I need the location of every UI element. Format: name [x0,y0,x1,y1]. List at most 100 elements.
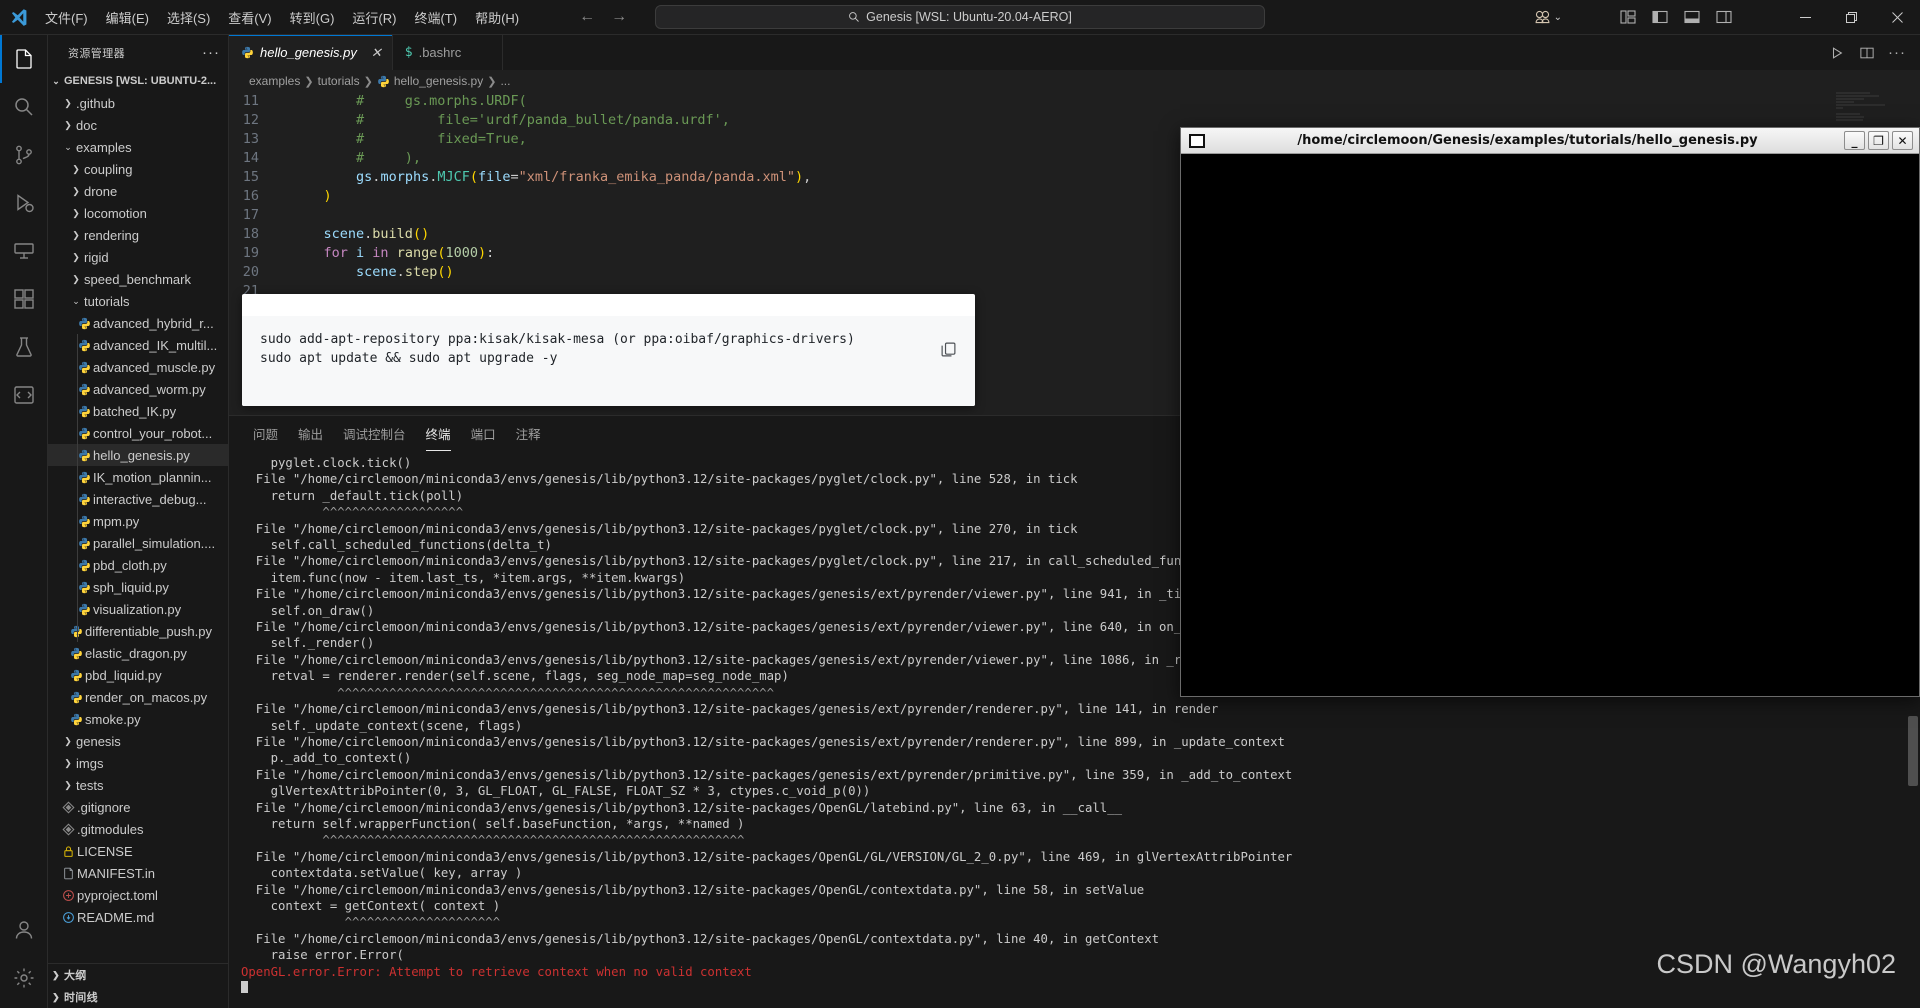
menu-terminal[interactable]: 终端(T) [405,0,466,34]
chevron-right-icon: ❯ [72,229,80,240]
tree-item-mpm-py[interactable]: mpm.py [48,510,228,532]
window-minimize-button[interactable] [1782,0,1828,35]
tree-item-label: coupling [84,161,133,177]
tree-item-locomotion[interactable]: ❯ locomotion [48,202,228,224]
tree-item-interactive-debug[interactable]: interactive_debug... [48,488,228,510]
panel-tab-终端[interactable]: 终端 [416,416,461,451]
tree-item-license[interactable]: LICENSE [48,840,228,862]
tree-item--github[interactable]: ❯ .github [48,92,228,114]
menu-help[interactable]: 帮助(H) [466,0,528,34]
tree-item-differentiable-push-py[interactable]: differentiable_push.py [48,620,228,642]
panel-tab-输出[interactable]: 输出 [288,416,333,451]
menu-file[interactable]: 文件(F) [36,0,97,34]
split-editor-right-icon[interactable] [1852,35,1882,70]
tree-item-parallel-simulation[interactable]: parallel_simulation.... [48,532,228,554]
panel-tab-端口[interactable]: 端口 [461,416,506,451]
menu-go[interactable]: 转到(G) [281,0,344,34]
tree-item-rendering[interactable]: ❯ rendering [48,224,228,246]
window-close-button[interactable] [1874,0,1920,35]
tree-item-advanced-worm-py[interactable]: advanced_worm.py [48,378,228,400]
floating-minimize-button[interactable]: _ [1844,131,1865,150]
panel-scrollbar-thumb[interactable] [1908,716,1918,786]
tree-item-sph-liquid-py[interactable]: sph_liquid.py [48,576,228,598]
editor-tab-bashrc[interactable]: $ .bashrc [393,35,503,70]
tree-item-doc[interactable]: ❯ doc [48,114,228,136]
activity-item-testing[interactable] [0,323,48,371]
forward-arrow-icon[interactable]: → [610,8,628,26]
tree-root-genesis[interactable]: ⌄ GENESIS [WSL: UBUNTU-2... [48,70,228,92]
menu-view[interactable]: 查看(V) [219,0,280,34]
floating-close-button[interactable]: ✕ [1892,131,1913,150]
tree-item-hello-genesis-py[interactable]: hello_genesis.py [48,444,228,466]
window-maximize-button[interactable] [1828,0,1874,35]
breadcrumb-examples[interactable]: examples [249,74,300,88]
tree-item-rigid[interactable]: ❯ rigid [48,246,228,268]
activity-item-run-debug[interactable] [0,179,48,227]
editor-tab-hello-genesis[interactable]: hello_genesis.py ✕ [229,35,393,70]
tree-item-advanced-hybrid-r[interactable]: advanced_hybrid_r... [48,312,228,334]
panel-tab-调试控制台[interactable]: 调试控制台 [333,416,416,451]
tree-item-pbd-cloth-py[interactable]: pbd_cloth.py [48,554,228,576]
run-python-file-icon[interactable] [1822,35,1852,70]
tree-item-ik-motion-plannin[interactable]: IK_motion_plannin... [48,466,228,488]
tree-item-advanced-muscle-py[interactable]: advanced_muscle.py [48,356,228,378]
copy-icon[interactable] [935,336,961,362]
toggle-primary-sidebar-icon[interactable] [1644,0,1676,34]
sidebar-section-outline[interactable]: ❯ 大纲 [48,964,228,986]
activity-item-settings[interactable] [0,954,48,1002]
breadcrumb-symbol[interactable]: ... [500,74,510,88]
tree-item-genesis[interactable]: ❯ genesis [48,730,228,752]
tree-item-tests[interactable]: ❯ tests [48,774,228,796]
accounts-button[interactable]: ⌄ [1526,9,1570,26]
sidebar-section-timeline[interactable]: ❯ 时间线 [48,986,228,1008]
tree-item-speed-benchmark[interactable]: ❯ speed_benchmark [48,268,228,290]
tree-item-manifest-in[interactable]: MANIFEST.in [48,862,228,884]
breadcrumb-tutorials[interactable]: tutorials [318,74,360,88]
activity-item-remote-window[interactable] [0,371,48,419]
activity-item-source-control[interactable] [0,131,48,179]
tree-item--gitignore[interactable]: .gitignore [48,796,228,818]
toggle-panel-icon[interactable] [1676,0,1708,34]
tree-item-pyproject-toml[interactable]: pyproject.toml [48,884,228,906]
tree-item-smoke-py[interactable]: smoke.py [48,708,228,730]
tree-item-advanced-ik-multil[interactable]: advanced_IK_multil... [48,334,228,356]
panel-tab-注释[interactable]: 注释 [506,416,551,451]
file-icon [76,427,93,440]
menu-selection[interactable]: 选择(S) [158,0,219,34]
floating-window-titlebar[interactable]: /home/circlemoon/Genesis/examples/tutori… [1181,128,1919,154]
tree-item-coupling[interactable]: ❯ coupling [48,158,228,180]
breadcrumb-file[interactable]: hello_genesis.py [377,74,483,88]
tree-item-elastic-dragon-py[interactable]: elastic_dragon.py [48,642,228,664]
tree-item-imgs[interactable]: ❯ imgs [48,752,228,774]
tree-item-pbd-liquid-py[interactable]: pbd_liquid.py [48,664,228,686]
tree-item-readme-md[interactable]: README.md [48,906,228,928]
back-arrow-icon[interactable]: ← [578,8,596,26]
floating-window-canvas[interactable] [1181,154,1919,696]
activity-item-extensions[interactable] [0,275,48,323]
floating-viewer-window[interactable]: /home/circlemoon/Genesis/examples/tutori… [1180,127,1920,697]
activity-item-search[interactable] [0,83,48,131]
activity-item-explorer[interactable] [0,35,48,83]
close-icon[interactable]: ✕ [371,45,382,61]
tree-item-render-on-macos-py[interactable]: render_on_macos.py [48,686,228,708]
customize-layout-icon[interactable] [1612,0,1644,34]
activity-item-remote-explorer[interactable] [0,227,48,275]
tree-item-batched-ik-py[interactable]: batched_IK.py [48,400,228,422]
command-center[interactable]: Genesis [WSL: Ubuntu-20.04-AERO] [655,5,1265,29]
panel-tab-问题[interactable]: 问题 [243,416,288,451]
tree-item--gitmodules[interactable]: .gitmodules [48,818,228,840]
tree-item-control-your-robot[interactable]: control_your_robot... [48,422,228,444]
menu-edit[interactable]: 编辑(E) [97,0,158,34]
tree-item-tutorials[interactable]: ⌄ tutorials [48,290,228,312]
activity-item-accounts[interactable] [0,906,48,954]
file-tree[interactable]: ⌄ GENESIS [WSL: UBUNTU-2... ❯ .github ❯ doc ⌄ e… [48,70,228,963]
floating-maximize-button[interactable]: ❐ [1868,131,1889,150]
tree-item-visualization-py[interactable]: visualization.py [48,598,228,620]
tree-item-examples[interactable]: ⌄ examples [48,136,228,158]
toggle-secondary-sidebar-icon[interactable] [1708,0,1740,34]
code-line[interactable]: 11 # gs.morphs.URDF( [229,92,1920,111]
menu-run[interactable]: 运行(R) [343,0,405,34]
explorer-more-actions-icon[interactable]: ··· [202,44,220,61]
editor-more-actions-icon[interactable]: ··· [1882,35,1912,70]
tree-item-drone[interactable]: ❯ drone [48,180,228,202]
